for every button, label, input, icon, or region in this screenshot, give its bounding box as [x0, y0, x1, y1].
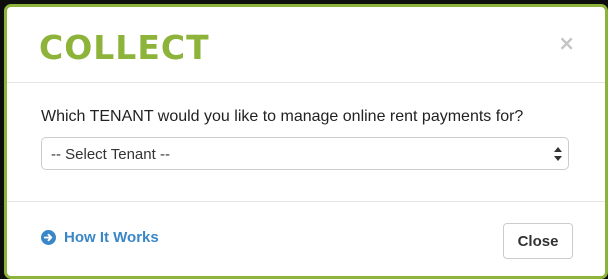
close-button[interactable]: Close: [503, 223, 573, 259]
collect-modal: COLLECT × Which TENANT would you like to…: [4, 4, 608, 279]
tenant-select-value: -- Select Tenant --: [51, 146, 170, 163]
close-icon[interactable]: ×: [558, 33, 575, 53]
select-arrows-icon: [554, 145, 562, 163]
tenant-select[interactable]: -- Select Tenant --: [41, 137, 569, 170]
how-it-works-label: How It Works: [64, 229, 159, 246]
how-it-works-link[interactable]: How It Works: [41, 229, 159, 246]
modal-title: COLLECT: [39, 28, 210, 67]
modal-footer: How It Works Close: [7, 202, 605, 276]
modal-body: Which TENANT would you like to manage on…: [7, 83, 605, 202]
modal-header: COLLECT ×: [7, 7, 605, 83]
arrow-circle-right-icon: [41, 230, 56, 245]
tenant-question: Which TENANT would you like to manage on…: [41, 108, 524, 125]
